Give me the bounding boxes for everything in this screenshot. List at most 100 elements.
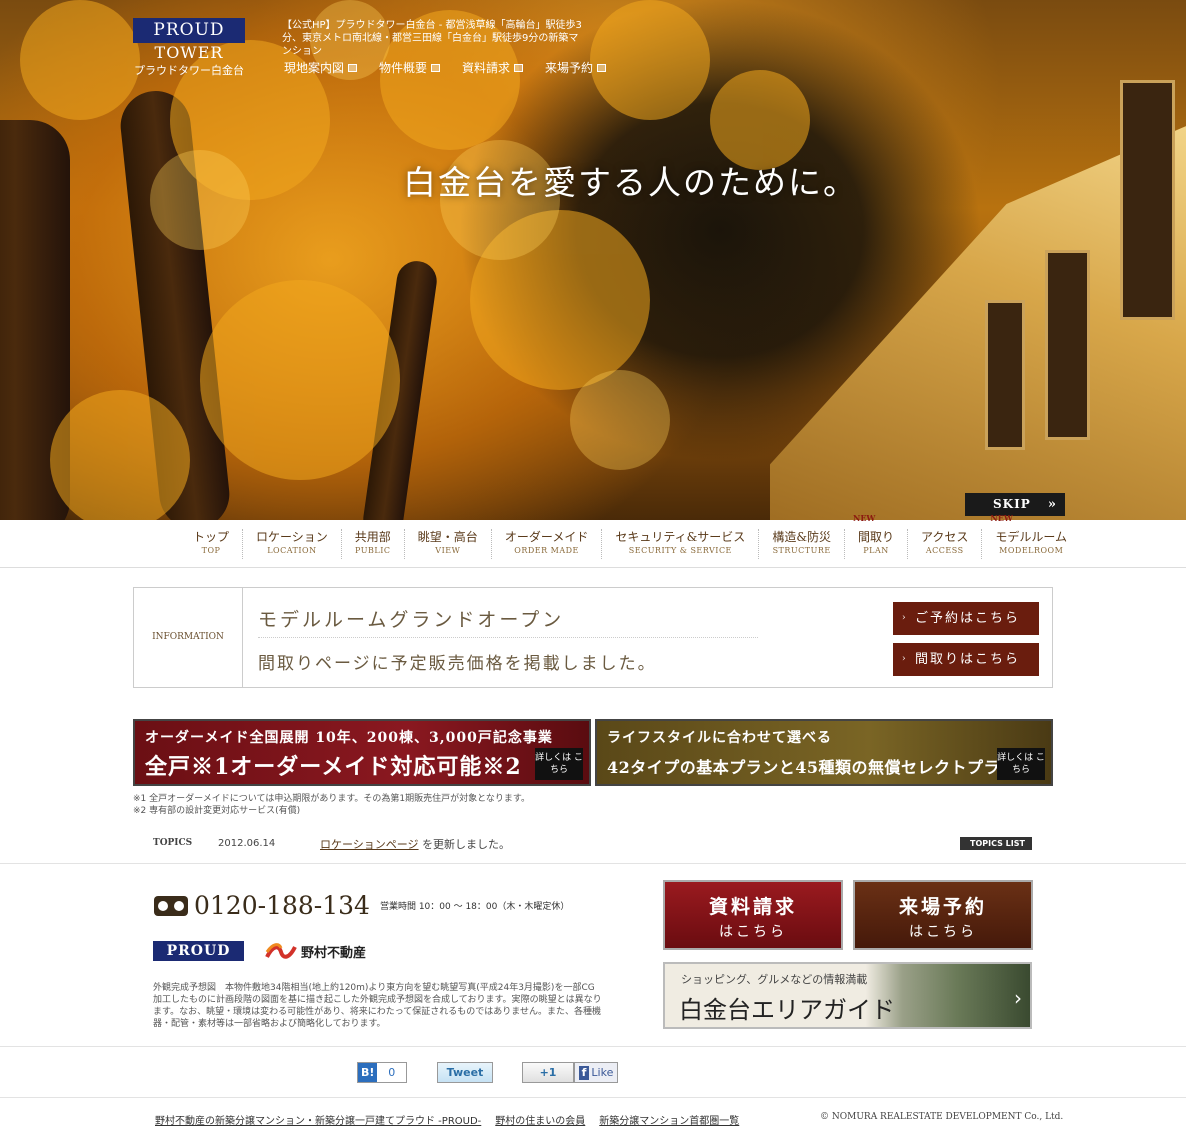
nomura-logo[interactable]: 野村不動産 — [265, 942, 366, 961]
order-made-banner[interactable]: オーダーメイド全国展開 10年、200棟、3,000戸記念事業 全戸※1オーダー… — [133, 719, 591, 786]
global-nav: トップ TOP ロケーション LOCATION 共用部 PUBLIC 眺望・高台 VIEW オー… — [0, 513, 1186, 568]
chevron-right-icon: › — [1014, 986, 1022, 1010]
logo-tower: TOWER — [154, 43, 224, 62]
nomura-name: 野村不動産 — [301, 946, 367, 961]
building-window — [1045, 250, 1090, 440]
nav-item-sublabel: STRUCTURE — [772, 546, 831, 555]
nav-item-label: 構造&防災 — [772, 530, 831, 544]
header-link-request[interactable]: 資料請求 — [462, 59, 524, 76]
area-guide-banner[interactable]: ショッピング、グルメなどの情報満載 白金台エリアガイド › — [663, 962, 1032, 1029]
nav-item-public[interactable]: 共用部 PUBLIC — [340, 529, 404, 559]
request-documents-button[interactable]: 資料請求 はこちら — [663, 880, 843, 950]
footer-links: 野村不動産の新築分譲マンション・新築分譲一戸建てプラウド -PROUD- 野村の… — [155, 1112, 739, 1127]
information-box: INFORMATION モデルルームグランドオープン 間取りページに予定販売価格… — [133, 587, 1053, 688]
nav-item-sublabel: ACCESS — [925, 546, 964, 555]
nav-item-sublabel: MODELROOM — [999, 546, 1064, 555]
nav-item-sublabel: PUBLIC — [355, 546, 391, 555]
header-link-visit[interactable]: 来場予約 — [545, 59, 607, 76]
nomura-mark-icon — [265, 942, 297, 959]
nav-item-label: モデルルーム — [995, 530, 1068, 544]
nav-item-view[interactable]: 眺望・高台 VIEW — [403, 529, 491, 559]
banner-more-button[interactable]: 詳しくは こちら — [535, 748, 583, 780]
header-link-outline[interactable]: 物件概要 — [379, 59, 441, 76]
skip-label: SKIP — [993, 497, 1031, 511]
proud-tower-logo[interactable]: PROUD TOWER プラウドタワー白金台 — [133, 18, 245, 84]
proud-logo[interactable]: PROUD — [153, 941, 244, 961]
tweet-button[interactable]: Tweet — [437, 1062, 493, 1083]
topics-date: 2012.06.14 — [218, 838, 276, 849]
nav-item-label: 共用部 — [354, 530, 391, 544]
nav-item-label: 間取り — [858, 530, 895, 544]
nav-item-label: ロケーション — [256, 530, 328, 544]
reserve-button-label: ご予約はこちら — [915, 611, 1021, 626]
tree-trunk — [117, 87, 233, 520]
nav-item-top[interactable]: トップ TOP — [180, 529, 242, 559]
select-plan-banner[interactable]: ライフスタイルに合わせて選べる 42タイプの基本プランと45種類の無償セレクトプ… — [595, 719, 1053, 786]
tweet-label: Tweet — [446, 1066, 484, 1079]
footer-link-list[interactable]: 新築分譲マンション首都圏一覧 — [599, 1112, 739, 1127]
external-window-icon — [514, 63, 524, 72]
copyright: © NOMURA REALESTATE DEVELOPMENT Co., Ltd… — [820, 1112, 1064, 1122]
site-description: 【公式HP】プラウドタワー白金台 - 都営浅草線「高輪台」駅徒歩3分、東京メトロ… — [282, 20, 582, 57]
nav-item-sublabel: PLAN — [863, 546, 889, 555]
header-link-label: 来場予約 — [545, 61, 594, 75]
external-window-icon — [348, 63, 358, 72]
nav-item-sublabel: LOCATION — [267, 546, 317, 555]
topics-text: ロケーションページ を更新しました。 — [320, 836, 510, 852]
nav-item-label: オーダーメイド — [504, 530, 589, 544]
free-dial-icon — [154, 895, 188, 916]
footer-link-proud[interactable]: 野村不動産の新築分譲マンション・新築分譲一戸建てプラウド -PROUD- — [155, 1112, 481, 1127]
hatena-count: 0 — [388, 1066, 396, 1079]
note-line: ※2 専有部の設計変更対応サービス(有償) — [133, 806, 301, 816]
banner-notes: ※1 全戸オーダーメイドについては申込期限があります。その為第1期販売住戸が対象… — [133, 793, 530, 817]
nav-item-order-made[interactable]: オーダーメイド ORDER MADE — [490, 529, 602, 559]
chevron-right-icon: › — [902, 613, 908, 623]
information-line-1: モデルルームグランドオープン — [258, 609, 565, 631]
facebook-like-button[interactable]: f Like — [574, 1062, 618, 1083]
header-link-label: 物件概要 — [379, 61, 428, 75]
external-window-icon — [597, 63, 607, 72]
divider — [0, 1097, 1186, 1098]
new-badge: NEW — [990, 513, 1013, 523]
building-window — [1120, 80, 1175, 320]
logo-property-name: プラウドタワー白金台 — [134, 64, 244, 77]
footer-link-member[interactable]: 野村の住まいの会員 — [495, 1112, 585, 1127]
nav-item-plan[interactable]: NEW 間取り PLAN — [844, 513, 907, 559]
nav-item-sublabel: SECURITY & SERVICE — [628, 546, 732, 555]
skip-button[interactable]: SKIP » — [965, 493, 1065, 516]
visit-reservation-button[interactable]: 来場予約 はこちら — [853, 880, 1033, 950]
information-line-2: 間取りページに予定販売価格を掲載しました。 — [258, 654, 657, 674]
nav-item-access[interactable]: アクセス ACCESS — [907, 529, 981, 559]
hatena-bookmark-button[interactable]: B! 0 — [357, 1062, 407, 1083]
banner-subtitle: オーダーメイド全国展開 10年、200棟、3,000戸記念事業 — [145, 730, 553, 746]
google-plus-button[interactable]: +1 — [522, 1062, 574, 1083]
nav-item-sublabel: TOP — [201, 546, 221, 555]
gplus-label: +1 — [539, 1066, 557, 1079]
like-label: Like — [591, 1066, 614, 1079]
header-links: 現地案内図 物件概要 資料請求 来場予約 — [284, 59, 607, 76]
banner-more-button[interactable]: 詳しくは こちら — [997, 748, 1045, 780]
plan-button[interactable]: › 間取りはこちら — [893, 643, 1039, 676]
business-hours: 営業時間 10：00 〜 18：00（木・木曜定休） — [379, 902, 570, 912]
disclaimer: 外観完成予想図 本物件敷地34階相当(地上約120m)より東方向を望む眺望写真(… — [153, 983, 602, 1029]
nav-item-label: アクセス — [921, 530, 969, 544]
reserve-button[interactable]: › ご予約はこちら — [893, 602, 1039, 635]
nav-item-modelroom[interactable]: NEW モデルルーム MODELROOM — [981, 513, 1080, 559]
banner-title: 全戸※1オーダーメイド対応可能※2 — [145, 754, 522, 780]
button-line-1: 来場予約 — [898, 896, 987, 918]
nav-item-structure[interactable]: 構造&防災 STRUCTURE — [758, 529, 844, 559]
divider — [0, 1046, 1186, 1047]
nav-item-security-service[interactable]: セキュリティ&サービス SECURITY & SERVICE — [601, 529, 758, 559]
nav-item-location[interactable]: ロケーション LOCATION — [242, 529, 341, 559]
topics-link[interactable]: ロケーションページ — [320, 838, 419, 851]
tree-trunk — [360, 258, 440, 520]
topics-text-suffix: を更新しました。 — [422, 838, 511, 851]
header-link-map[interactable]: 現地案内図 — [284, 59, 358, 76]
button-line-2: はこちら — [719, 924, 787, 940]
chevron-right-icon: › — [902, 654, 908, 664]
area-guide-title: 白金台エリアガイド — [679, 996, 895, 1024]
plan-button-label: 間取りはこちら — [915, 652, 1021, 667]
information-label: INFORMATION — [134, 588, 243, 687]
facebook-icon: f — [578, 1065, 590, 1080]
topics-list-button[interactable]: TOPICS LIST — [960, 837, 1032, 850]
